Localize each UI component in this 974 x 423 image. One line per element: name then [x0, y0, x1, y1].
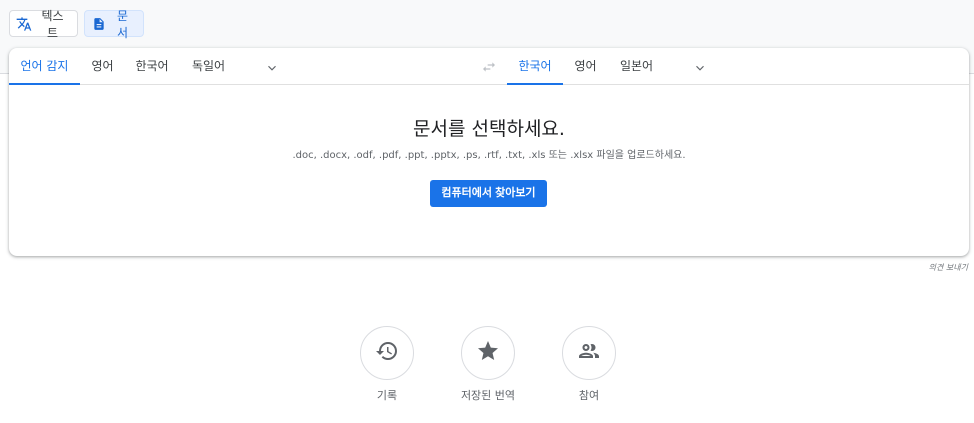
source-lang-tab-english[interactable]: 영어 — [80, 48, 125, 85]
drop-zone-title: 문서를 선택하세요. — [413, 118, 565, 140]
history-label: 기록 — [376, 389, 398, 402]
source-lang-tab-german[interactable]: 독일어 — [179, 48, 238, 85]
history-icon — [375, 339, 399, 367]
supported-formats-text: .doc, .docx, .odf, .pdf, .ppt, .pptx, .p… — [292, 150, 686, 161]
community-icon — [577, 339, 601, 367]
saved-translations-action[interactable]: 저장된 번역 — [443, 326, 533, 403]
saved-label: 저장된 번역 — [460, 389, 516, 402]
star-icon — [476, 339, 500, 367]
target-lang-tab-japanese[interactable]: 일본어 — [608, 48, 665, 85]
text-mode-button[interactable]: 텍스트 — [9, 9, 78, 40]
language-bar: 언어 감지 영어 한국어 독일어 한국어 영어 일본어 — [9, 48, 969, 85]
text-mode-label: 텍스트 — [41, 8, 64, 40]
document-drop-zone[interactable]: 문서를 선택하세요. .doc, .docx, .odf, .pdf, .ppt… — [9, 85, 969, 256]
swap-arrows-icon[interactable] — [481, 59, 497, 75]
contribute-action[interactable]: 참여 — [544, 326, 634, 403]
history-button[interactable] — [360, 326, 414, 380]
saved-button[interactable] — [461, 326, 515, 380]
history-action[interactable]: 기록 — [342, 326, 432, 403]
document-mode-label: 문서 — [117, 8, 129, 40]
document-icon — [91, 16, 106, 32]
contribute-label: 참여 — [578, 389, 600, 402]
send-feedback-link[interactable]: 의견 보내기 — [929, 262, 968, 273]
contribute-button[interactable] — [562, 326, 616, 380]
translator-card: 언어 감지 영어 한국어 독일어 한국어 영어 일본어 문서를 선택하세요. .… — [9, 48, 969, 256]
target-lang-tab-english[interactable]: 영어 — [563, 48, 608, 85]
chevron-down-icon[interactable] — [693, 60, 707, 74]
document-mode-button[interactable]: 문서 — [84, 9, 144, 40]
source-lang-tab-korean[interactable]: 한국어 — [125, 48, 179, 85]
translate-icon — [16, 16, 32, 32]
source-lang-tab-detect[interactable]: 언어 감지 — [9, 48, 80, 85]
chevron-down-icon[interactable] — [265, 60, 279, 74]
target-lang-tab-korean[interactable]: 한국어 — [507, 48, 563, 85]
browse-computer-button[interactable]: 컴퓨터에서 찾아보기 — [430, 180, 547, 207]
